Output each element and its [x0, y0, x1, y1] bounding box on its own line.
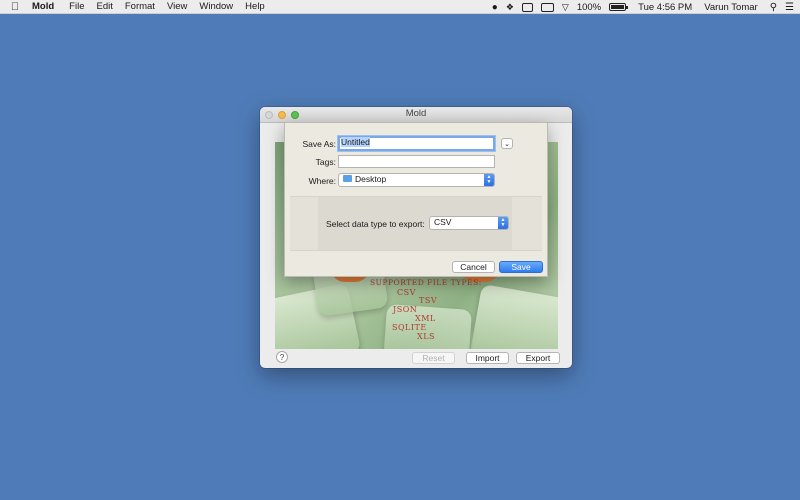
artwork-text-type: JSON: [393, 305, 418, 314]
menu-view[interactable]: View: [161, 1, 193, 12]
menu-help[interactable]: Help: [239, 1, 271, 12]
expand-button[interactable]: ⌄: [501, 138, 513, 149]
apple-menu-icon[interactable]: : [0, 1, 30, 13]
window-title: Mold: [405, 108, 427, 119]
popup-arrows-icon: ▲ ▼: [484, 174, 494, 186]
battery-icon[interactable]: [609, 3, 629, 11]
display-icon[interactable]: [540, 2, 554, 12]
where-label: Where:: [308, 176, 336, 186]
box-icon[interactable]: [521, 2, 533, 12]
artwork-text-type: XLS: [417, 332, 435, 341]
save-button[interactable]: Save: [499, 261, 543, 273]
list-icon[interactable]: ☰: [785, 2, 794, 13]
menu-edit[interactable]: Edit: [90, 1, 118, 12]
tags-label: Tags:: [315, 157, 336, 167]
artwork-text-type: CSV: [397, 288, 416, 297]
data-type-value: CSV: [434, 217, 452, 227]
window-titlebar[interactable]: Mold: [260, 107, 572, 123]
menu-file[interactable]: File: [63, 1, 90, 12]
data-type-label: Select data type to export:: [326, 219, 425, 229]
reset-button[interactable]: Reset: [412, 352, 455, 364]
menu-format[interactable]: Format: [119, 1, 161, 12]
artwork-text-type: SQLITE: [392, 323, 427, 332]
chevron-down-icon: ⌄: [504, 141, 510, 148]
battery-percent[interactable]: 100%: [577, 2, 601, 13]
save-sheet: Save As: Untitled ⌄ Tags: Where: Desktop…: [284, 122, 548, 277]
popup-arrows-icon: ▲ ▼: [498, 217, 508, 229]
wifi-icon[interactable]: ▽: [562, 2, 569, 13]
user-name[interactable]: Varun Tomar: [704, 2, 758, 13]
save-as-label: Save As:: [302, 139, 336, 149]
artwork-text-type: TSV: [419, 296, 438, 305]
export-options-panel: Select data type to export: CSV ▲ ▼: [290, 196, 542, 251]
save-as-value: Untitled: [341, 137, 370, 147]
artwork-key: [469, 283, 558, 349]
save-as-field[interactable]: Untitled: [338, 136, 495, 151]
artwork-text-type: XML: [415, 314, 436, 323]
where-popup[interactable]: Desktop ▲ ▼: [338, 173, 495, 187]
export-button[interactable]: Export: [516, 352, 560, 364]
data-type-popup[interactable]: CSV ▲ ▼: [429, 216, 509, 230]
clock[interactable]: Tue 4:56 PM: [638, 2, 692, 13]
folder-icon: [343, 175, 352, 183]
spotlight-icon[interactable]: ⚲: [770, 2, 777, 13]
bubble-icon[interactable]: ●: [492, 2, 498, 13]
cancel-button[interactable]: Cancel: [452, 261, 495, 273]
menu-window[interactable]: Window: [193, 1, 239, 12]
export-options-inner: Select data type to export: CSV ▲ ▼: [318, 197, 512, 250]
help-button[interactable]: ?: [276, 351, 288, 363]
artwork-text-header: SUPPORTED FILE TYPES:: [370, 278, 482, 287]
where-value: Desktop: [355, 174, 387, 184]
import-button[interactable]: Import: [466, 352, 509, 364]
menu-bar:  Mold File Edit Format View Window Help…: [0, 0, 800, 14]
tags-field[interactable]: [338, 155, 495, 168]
menu-app-name[interactable]: Mold: [30, 1, 63, 12]
dropbox-icon[interactable]: ❖: [506, 2, 514, 13]
